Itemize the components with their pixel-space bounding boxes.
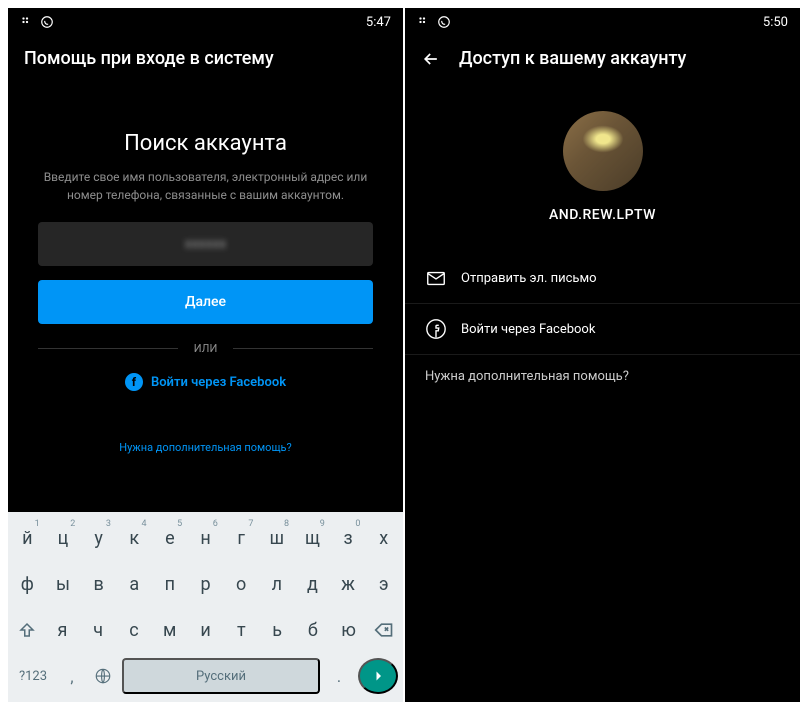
- symbols-key[interactable]: ?123: [11, 656, 55, 696]
- key-б[interactable]: б: [296, 610, 329, 650]
- keyboard: й1ц2у3к4е5н6г7ш8щ9з0х фывапролджэ ячсмит…: [8, 512, 403, 702]
- key-г[interactable]: г7: [225, 518, 258, 558]
- key-с[interactable]: с: [118, 610, 151, 650]
- username: AND.REW.LPTW: [405, 207, 800, 223]
- facebook-icon: f: [125, 373, 143, 391]
- key-т[interactable]: т: [225, 610, 258, 650]
- search-description: Введите свое имя пользователя, электронн…: [38, 168, 373, 204]
- search-input[interactable]: xxxxxx: [38, 222, 373, 266]
- header: Доступ к вашему аккаунту: [405, 36, 800, 81]
- key-й[interactable]: й1: [11, 518, 44, 558]
- key-э[interactable]: э: [367, 564, 400, 604]
- facebook-login-label: Войти через Facebook: [151, 375, 286, 390]
- key-м[interactable]: м: [153, 610, 186, 650]
- backspace-key[interactable]: [368, 610, 400, 650]
- key-ж[interactable]: ж: [332, 564, 365, 604]
- notification-icon: [20, 15, 34, 29]
- status-time: 5:47: [366, 15, 391, 30]
- viber-icon: [40, 15, 54, 29]
- key-п[interactable]: п: [154, 564, 187, 604]
- key-ц[interactable]: ц2: [47, 518, 80, 558]
- key-о[interactable]: о: [225, 564, 258, 604]
- period-key[interactable]: .: [325, 656, 353, 696]
- header-title: Помощь при входе в систему: [24, 48, 274, 69]
- search-title: Поиск аккаунта: [38, 131, 373, 156]
- status-bar: 5:47: [8, 8, 403, 36]
- facebook-icon: [425, 318, 447, 340]
- key-у[interactable]: у3: [82, 518, 115, 558]
- key-и[interactable]: и: [189, 610, 222, 650]
- header: Помощь при входе в систему: [8, 36, 403, 81]
- key-ю[interactable]: ю: [332, 610, 365, 650]
- back-arrow-icon[interactable]: [421, 49, 441, 69]
- notification-icon: [417, 15, 431, 29]
- header-title: Доступ к вашему аккаунту: [459, 48, 686, 69]
- send-email-label: Отправить эл. письмо: [461, 271, 597, 286]
- enter-key[interactable]: [358, 658, 398, 694]
- key-р[interactable]: р: [189, 564, 222, 604]
- key-х[interactable]: х: [367, 518, 400, 558]
- key-к[interactable]: к4: [118, 518, 151, 558]
- key-н[interactable]: н6: [189, 518, 222, 558]
- key-д[interactable]: д: [296, 564, 329, 604]
- key-а[interactable]: а: [118, 564, 151, 604]
- key-л[interactable]: л: [260, 564, 293, 604]
- space-key[interactable]: Русский: [122, 658, 320, 694]
- facebook-login-option[interactable]: Войти через Facebook: [405, 304, 800, 355]
- key-я[interactable]: я: [46, 610, 79, 650]
- facebook-login-button[interactable]: f Войти через Facebook: [38, 373, 373, 391]
- globe-key[interactable]: [89, 656, 117, 696]
- key-е[interactable]: е5: [154, 518, 187, 558]
- mail-icon: [425, 267, 447, 289]
- key-ы[interactable]: ы: [47, 564, 80, 604]
- key-ф[interactable]: ф: [11, 564, 44, 604]
- status-bar: 5:50: [405, 8, 800, 36]
- help-link[interactable]: Нужна дополнительная помощь?: [405, 355, 800, 398]
- key-ч[interactable]: ч: [82, 610, 115, 650]
- status-time: 5:50: [763, 15, 788, 30]
- phone-right: 5:50 Доступ к вашему аккаунту AND.REW.LP…: [405, 8, 800, 702]
- facebook-login-label: Войти через Facebook: [461, 322, 595, 337]
- key-щ[interactable]: щ9: [296, 518, 329, 558]
- key-ш[interactable]: ш8: [260, 518, 293, 558]
- viber-icon: [437, 15, 451, 29]
- avatar: [563, 111, 643, 191]
- key-з[interactable]: з0: [332, 518, 365, 558]
- help-link[interactable]: Нужна дополнительная помощь?: [38, 441, 373, 454]
- shift-key[interactable]: [11, 610, 43, 650]
- comma-key[interactable]: ,: [58, 656, 86, 696]
- next-button[interactable]: Далее: [38, 280, 373, 324]
- phone-left: 5:47 Помощь при входе в систему Поиск ак…: [8, 8, 403, 702]
- key-ь[interactable]: ь: [261, 610, 294, 650]
- divider: ИЛИ: [38, 342, 373, 355]
- send-email-option[interactable]: Отправить эл. письмо: [405, 253, 800, 304]
- key-в[interactable]: в: [82, 564, 115, 604]
